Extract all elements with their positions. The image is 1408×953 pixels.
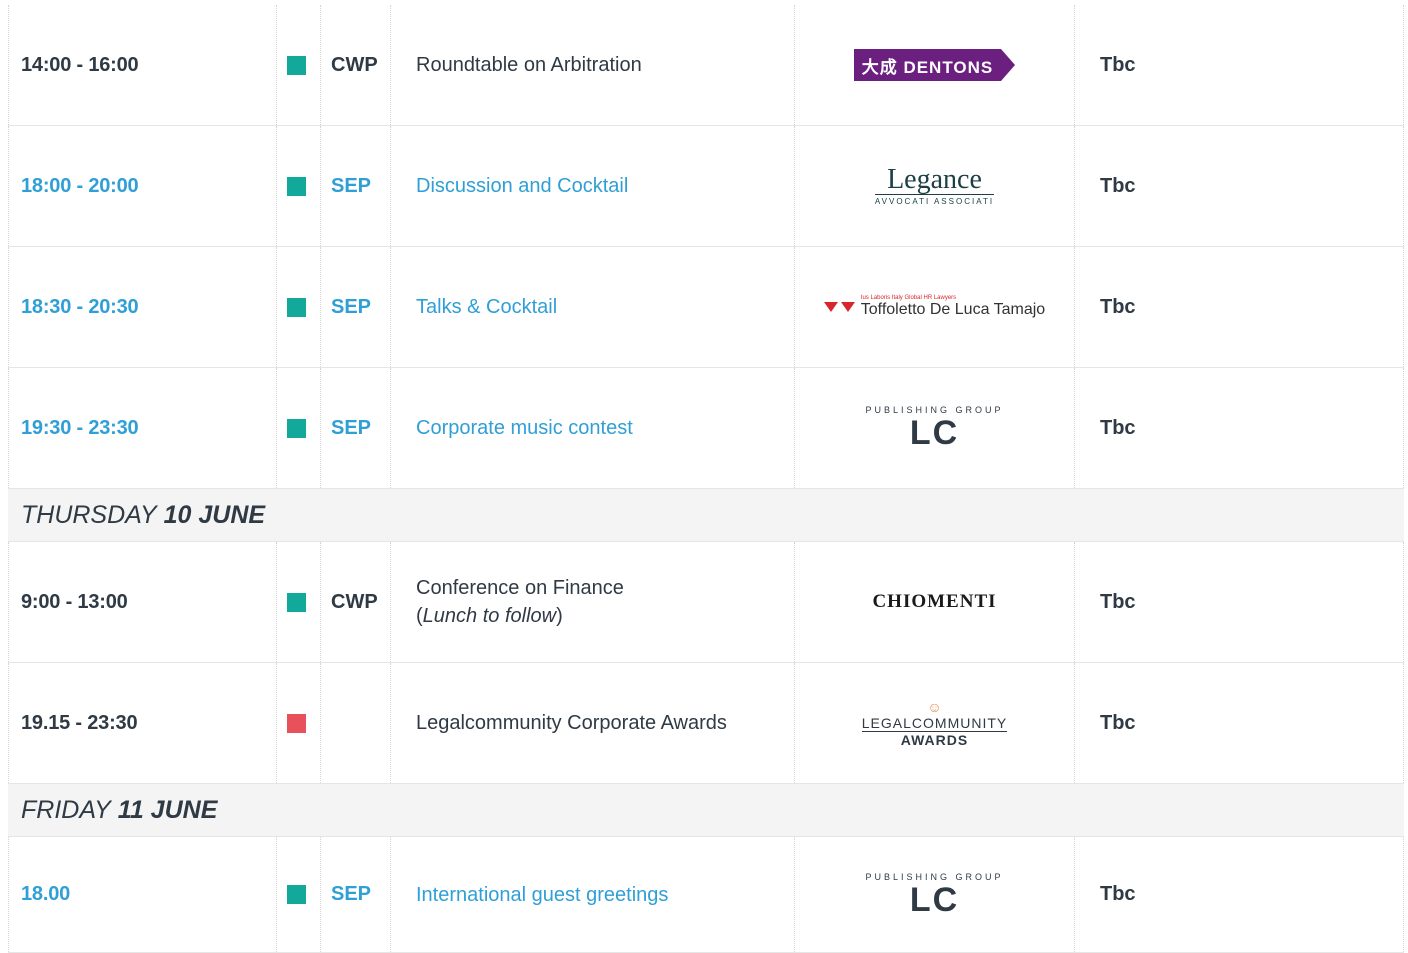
event-title: Roundtable on Arbitration (391, 5, 795, 125)
category-marker (287, 55, 306, 75)
category-cell (277, 368, 321, 488)
logo-text: LC (909, 880, 960, 919)
table-row[interactable]: 18:30 - 20:30 SEP Talks & Cocktail Ius L… (8, 247, 1404, 368)
event-code (321, 663, 391, 783)
logo-text: CHIOMENTI (872, 591, 997, 612)
category-cell (277, 126, 321, 246)
event-title: Legalcommunity Corporate Awards (391, 663, 795, 783)
table-row[interactable]: 18:00 - 20:00 SEP Discussion and Cocktai… (8, 126, 1404, 247)
logo-text: Legance (887, 164, 982, 195)
event-time-link[interactable]: 18.00 (8, 837, 277, 952)
event-venue: Tbc (1075, 542, 1404, 662)
day-weekday: FRIDAY (21, 795, 111, 824)
event-title-text: Conference on Finance (416, 577, 624, 599)
logo-arrow (1001, 49, 1016, 81)
sponsor-logo-lc: PUBLISHING GROUP LC (795, 368, 1075, 488)
event-code: CWP (321, 5, 391, 125)
logo-arc-text: PUBLISHING GROUP (865, 871, 1004, 882)
event-code-link[interactable]: SEP (321, 837, 391, 952)
day-date: 10 JUNE (163, 500, 266, 529)
event-code: CWP (321, 542, 391, 662)
event-time-link[interactable]: 18:00 - 20:00 (8, 126, 277, 246)
logo-text: Toffoletto De Luca Tamajo (860, 301, 1046, 318)
sponsor-logo-lc: PUBLISHING GROUP LC (795, 837, 1075, 952)
category-marker (287, 713, 306, 733)
sponsor-logo-legalcommunity-awards: ☺ LEGALCOMMUNITY AWARDS (795, 663, 1075, 783)
event-title-text[interactable]: Corporate music contest (416, 414, 633, 442)
event-time: 14:00 - 16:00 (8, 5, 277, 125)
event-time: 9:00 - 13:00 (8, 542, 277, 662)
category-cell (277, 542, 321, 662)
event-title: Conference on Finance (Lunch to follow) (391, 542, 795, 662)
event-venue: Tbc (1075, 663, 1404, 783)
event-title-text[interactable]: Discussion and Cocktail (416, 172, 628, 200)
table-row[interactable]: 18.00 SEP International guest greetings … (8, 837, 1404, 953)
event-title-text[interactable]: International guest greetings (416, 881, 668, 909)
category-marker (287, 176, 306, 196)
category-cell (277, 247, 321, 367)
event-code-link[interactable]: SEP (321, 126, 391, 246)
event-venue: Tbc (1075, 247, 1404, 367)
category-marker (287, 297, 306, 317)
event-title-note: (Lunch to follow) (416, 605, 563, 627)
table-row[interactable]: 19:30 - 23:30 SEP Corporate music contes… (8, 368, 1404, 489)
sponsor-logo-dentons: 大成 DENTONS (795, 5, 1075, 125)
sponsor-logo-toffoletto: Ius Laboris Italy Global HR Lawyers Toffo… (795, 247, 1075, 367)
event-title-link[interactable]: Talks & Cocktail (391, 247, 795, 367)
event-time-link[interactable]: 18:30 - 20:30 (8, 247, 277, 367)
day-date: 11 JUNE (117, 795, 218, 824)
sponsor-logo-chiomenti: CHIOMENTI (795, 542, 1075, 662)
category-cell (277, 663, 321, 783)
table-row: 19.15 - 23:30 Legalcommunity Corporate A… (8, 663, 1404, 784)
event-title-text: Legalcommunity Corporate Awards (416, 712, 727, 734)
event-code-link[interactable]: SEP (321, 247, 391, 367)
event-venue: Tbc (1075, 126, 1404, 246)
category-marker (287, 418, 306, 438)
logo-mark-icon (823, 302, 855, 312)
category-marker (287, 592, 306, 612)
logo-text: LC (909, 414, 960, 452)
event-title-text: Roundtable on Arbitration (416, 54, 642, 76)
table-row: 14:00 - 16:00 CWP Roundtable on Arbitrat… (8, 5, 1404, 126)
schedule-table: 14:00 - 16:00 CWP Roundtable on Arbitrat… (8, 5, 1404, 953)
event-venue: Tbc (1075, 368, 1404, 488)
event-code-link[interactable]: SEP (321, 368, 391, 488)
day-weekday: THURSDAY (21, 500, 157, 529)
category-cell (277, 5, 321, 125)
sponsor-logo-legance: Legance AVVOCATI ASSOCIATI (795, 126, 1075, 246)
logo-subtext: AWARDS (900, 731, 969, 748)
category-marker (287, 885, 306, 904)
event-title-link[interactable]: Discussion and Cocktail (391, 126, 795, 246)
event-venue: Tbc (1075, 5, 1404, 125)
event-venue: Tbc (1075, 837, 1404, 952)
logo-text: 大成 DENTONS (853, 49, 1002, 81)
event-title-text[interactable]: Talks & Cocktail (416, 293, 557, 321)
event-title-link[interactable]: Corporate music contest (391, 368, 795, 488)
table-row: 9:00 - 13:00 CWP Conference on Finance (… (8, 542, 1404, 663)
event-title-link[interactable]: International guest greetings (391, 837, 795, 952)
logo-text: LEGALCOMMUNITY (861, 714, 1008, 732)
event-time: 19.15 - 23:30 (8, 663, 277, 783)
event-time-link[interactable]: 19:30 - 23:30 (8, 368, 277, 488)
people-icon: ☺ (927, 698, 942, 715)
day-header-thursday: THURSDAY 10 JUNE (8, 489, 1404, 542)
category-cell (277, 837, 321, 952)
day-header-friday: FRIDAY 11 JUNE (8, 784, 1404, 837)
logo-subtext: AVVOCATI ASSOCIATI (874, 194, 995, 206)
